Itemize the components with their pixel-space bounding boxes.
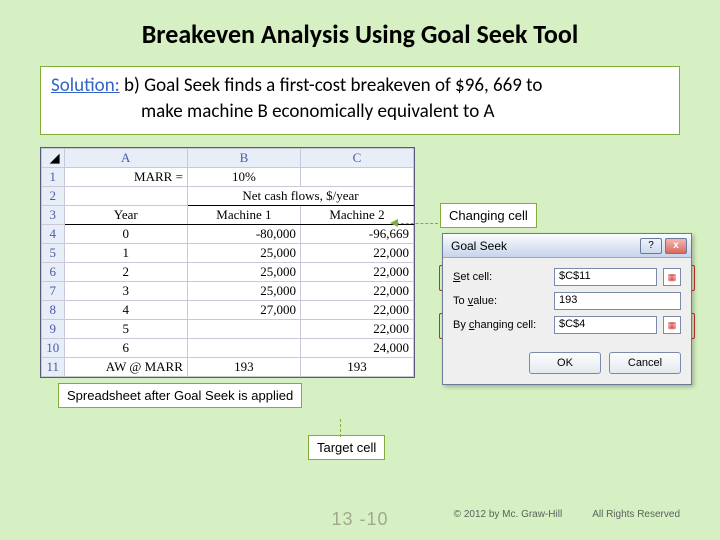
by-changing-input[interactable]: $C$4: [554, 316, 657, 334]
row-header[interactable]: 10: [42, 339, 65, 358]
to-value-label: To value:: [453, 295, 548, 307]
row-header[interactable]: 7: [42, 282, 65, 301]
row-header[interactable]: 1: [42, 168, 65, 187]
cell[interactable]: [300, 168, 413, 187]
set-cell-input[interactable]: $C$11: [554, 268, 657, 286]
cell[interactable]: MARR =: [64, 168, 187, 187]
help-button[interactable]: ?: [640, 238, 662, 254]
footer: 13 -10 © 2012 by Mc. Graw-Hill All Right…: [0, 509, 720, 530]
cell[interactable]: 22,000: [300, 244, 413, 263]
solution-label: Solution:: [51, 74, 120, 97]
cell[interactable]: 1: [64, 244, 187, 263]
sheet-corner[interactable]: ◢: [42, 149, 65, 168]
cell[interactable]: -80,000: [187, 225, 300, 244]
close-button[interactable]: x: [665, 238, 687, 254]
cell[interactable]: 25,000: [187, 244, 300, 263]
row-header[interactable]: 5: [42, 244, 65, 263]
cancel-button[interactable]: Cancel: [609, 352, 681, 374]
range-picker-icon[interactable]: ▦: [663, 268, 681, 286]
row-header[interactable]: 2: [42, 187, 65, 206]
page-title: Breakeven Analysis Using Goal Seek Tool: [0, 0, 720, 58]
dialog-titlebar[interactable]: Goal Seek ? x: [443, 234, 691, 258]
annotation-applied: Spreadsheet after Goal Seek is applied: [58, 383, 302, 408]
connector: [396, 223, 438, 224]
set-cell-label: Set cell:: [453, 271, 548, 283]
solution-box: Solution: b) Goal Seek finds a first-cos…: [40, 66, 680, 135]
cell[interactable]: [187, 339, 300, 358]
cell[interactable]: 5: [64, 320, 187, 339]
cell[interactable]: [64, 187, 187, 206]
cell[interactable]: AW @ MARR: [64, 358, 187, 377]
copyright: © 2012 by Mc. Graw-Hill: [454, 509, 563, 520]
row-header[interactable]: 9: [42, 320, 65, 339]
cell[interactable]: 2: [64, 263, 187, 282]
cell[interactable]: 10%: [187, 168, 300, 187]
cell[interactable]: 0: [64, 225, 187, 244]
cell[interactable]: 22,000: [300, 263, 413, 282]
cell[interactable]: Year: [64, 206, 187, 225]
row-header[interactable]: 8: [42, 301, 65, 320]
goal-seek-dialog: Goal Seek ? x Set cell: $C$11 ▦ To value…: [442, 233, 692, 385]
ncf-label[interactable]: Net cash flows, $/year: [187, 187, 413, 206]
cell[interactable]: 6: [64, 339, 187, 358]
cell[interactable]: Machine 1: [187, 206, 300, 225]
col-header-b[interactable]: B: [187, 149, 300, 168]
solution-line1: b) Goal Seek finds a first-cost breakeve…: [120, 74, 543, 97]
rights: All Rights Reserved: [592, 509, 680, 520]
connector: [340, 419, 341, 437]
cell[interactable]: 193: [300, 358, 413, 377]
cell[interactable]: [187, 320, 300, 339]
annotation-target-cell: Target cell: [308, 435, 385, 460]
cell[interactable]: 22,000: [300, 320, 413, 339]
row-header[interactable]: 6: [42, 263, 65, 282]
row-header[interactable]: 4: [42, 225, 65, 244]
row-header[interactable]: 3: [42, 206, 65, 225]
cell[interactable]: 27,000: [187, 301, 300, 320]
range-picker-icon[interactable]: ▦: [663, 316, 681, 334]
cell[interactable]: 193: [187, 358, 300, 377]
row-header[interactable]: 11: [42, 358, 65, 377]
by-changing-label: By changing cell:: [453, 319, 548, 331]
cell[interactable]: 3: [64, 282, 187, 301]
cell[interactable]: 4: [64, 301, 187, 320]
cell[interactable]: 25,000: [187, 282, 300, 301]
cell[interactable]: -96,669: [300, 225, 413, 244]
arrow-icon: [390, 219, 398, 227]
spreadsheet: ◢ A B C 1 MARR = 10% 2 Net cash flows, $…: [40, 147, 415, 378]
cell[interactable]: 22,000: [300, 282, 413, 301]
page-number: 13 -10: [331, 509, 388, 530]
col-header-a[interactable]: A: [64, 149, 187, 168]
to-value-input[interactable]: 193: [554, 292, 681, 310]
ok-button[interactable]: OK: [529, 352, 601, 374]
col-header-c[interactable]: C: [300, 149, 413, 168]
cell[interactable]: 24,000: [300, 339, 413, 358]
solution-line2: make machine B economically equivalent t…: [51, 99, 669, 125]
cell[interactable]: 25,000: [187, 263, 300, 282]
annotation-changing-cell: Changing cell: [440, 203, 537, 228]
cell[interactable]: 22,000: [300, 301, 413, 320]
dialog-title-text: Goal Seek: [451, 239, 507, 253]
